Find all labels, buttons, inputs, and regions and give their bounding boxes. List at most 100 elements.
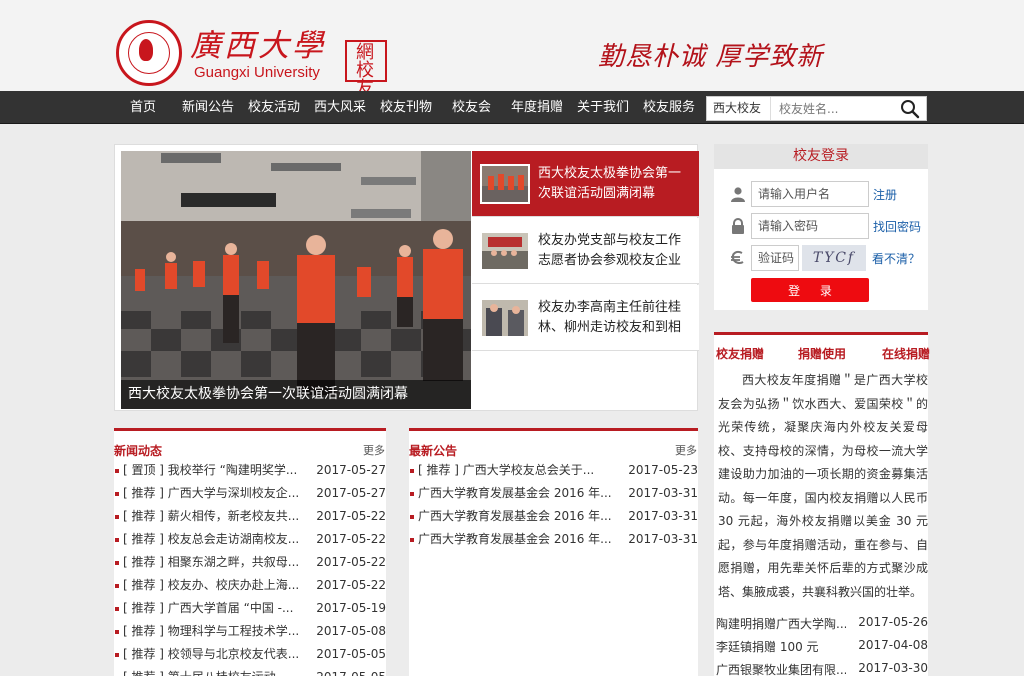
username-row: 注册 bbox=[714, 181, 928, 207]
list-item-title: [ 置顶 ] 我校举行 “陶建明奖学... bbox=[123, 463, 298, 477]
bullet-icon bbox=[410, 492, 414, 496]
university-motto: 勤恳朴诚 厚学致新 bbox=[598, 42, 824, 72]
list-item[interactable]: [ 推荐 ] 物理科学与工程技术学... 2017-05-08 bbox=[114, 620, 386, 643]
search-icon[interactable] bbox=[899, 99, 921, 119]
donation-row-title: 广西银聚牧业集团有限... bbox=[716, 663, 846, 676]
list-item-title: [ 推荐 ] 校友办、校庆办赴上海... bbox=[123, 578, 300, 592]
list-item[interactable]: [ 推荐 ] 校领导与北京校友代表... 2017-05-05 bbox=[114, 643, 386, 666]
list-item[interactable]: [ 推荐 ] 校友办、校庆办赴上海... 2017-05-22 bbox=[114, 574, 386, 597]
slider-item[interactable]: 西大校友太极拳协会第一次联谊活动圆满闭幕 bbox=[472, 151, 699, 217]
logo-english-name[interactable]: Guangxi University bbox=[194, 64, 320, 81]
news-more-link[interactable]: 更多 bbox=[363, 442, 385, 458]
donation-row-title: 陶建明捐赠广西大学陶... bbox=[716, 617, 846, 631]
list-item-date: 2017-05-23 bbox=[628, 463, 698, 477]
list-item-date: 2017-05-27 bbox=[316, 463, 386, 477]
seal-flame-icon bbox=[139, 39, 153, 61]
list-item-date: 2017-03-31 bbox=[628, 532, 698, 546]
notices-panel-title: 最新公告 bbox=[409, 444, 458, 458]
list-item[interactable]: [ 推荐 ] 相聚东湖之畔，共叙母... 2017-05-22 bbox=[114, 551, 386, 574]
donation-row[interactable]: 陶建明捐赠广西大学陶... 2017-05-26 bbox=[716, 615, 928, 637]
list-item-date: 2017-05-05 bbox=[316, 666, 386, 676]
donation-row-date: 2017-04-08 bbox=[858, 638, 928, 652]
login-button[interactable]: 登 录 bbox=[751, 278, 869, 302]
nav-item-news[interactable]: 新闻公告 bbox=[182, 91, 234, 124]
nav-item-about[interactable]: 关于我们 bbox=[577, 91, 629, 124]
list-item[interactable]: [ 推荐 ] 薪火相传，新老校友共... 2017-05-22 bbox=[114, 505, 386, 528]
list-item[interactable]: [ 推荐 ] 第十届八桂校友运动...2017-05-05 bbox=[114, 666, 386, 676]
list-item[interactable]: 广西大学教育发展基金会 2016 年... 2017-03-31 bbox=[409, 528, 698, 551]
list-item-title: [ 推荐 ] 相聚东湖之畔，共叙母... bbox=[123, 555, 300, 569]
list-item-date: 2017-03-31 bbox=[628, 509, 698, 523]
login-title: 校友登录 bbox=[714, 144, 928, 169]
list-item[interactable]: 广西大学教育发展基金会 2016 年... 2017-03-31 bbox=[409, 505, 698, 528]
captcha-image[interactable]: TYCf bbox=[802, 245, 866, 271]
list-item-title: [ 推荐 ] 第十届八桂校友运动... bbox=[123, 666, 315, 676]
list-item-title: [ 推荐 ] 广西大学首届 “中国 -... bbox=[123, 601, 294, 615]
list-item[interactable]: [ 置顶 ] 我校举行 “陶建明奖学... 2017-05-27 bbox=[114, 459, 386, 482]
nav-item-associations[interactable]: 校友会 bbox=[452, 91, 491, 124]
search-input[interactable] bbox=[771, 97, 895, 120]
nav-item-campus[interactable]: 西大风采 bbox=[314, 91, 366, 124]
list-item[interactable]: [ 推荐 ] 广西大学与深圳校友企... 2017-05-27 bbox=[114, 482, 386, 505]
slider-item[interactable]: 校友办李高南主任前往桂林、柳州走访校友和到相关学院 bbox=[472, 285, 699, 351]
tab-donation-usage[interactable]: 捐赠使用 bbox=[798, 345, 846, 362]
slider-thumbnail bbox=[480, 298, 530, 338]
donation-row[interactable]: 李廷镇捐赠 100 元 2017-04-08 bbox=[716, 638, 928, 660]
list-item-date: 2017-03-31 bbox=[628, 486, 698, 500]
forgot-password-link[interactable]: 找回密码 bbox=[873, 218, 921, 235]
password-row: 找回密码 bbox=[714, 213, 928, 239]
captcha-input[interactable] bbox=[751, 245, 799, 271]
list-item-title: [ 推荐 ] 校友总会走访湖南校友... bbox=[123, 532, 300, 546]
list-item-title: [ 推荐 ] 广西大学与深圳校友企... bbox=[123, 486, 300, 500]
site-header: 廣西大學 Guangxi University 網校友 勤恳朴诚 厚学致新 bbox=[0, 0, 1024, 98]
slider-item-title: 校友办党支部与校友工作志愿者协会参观校友企业 bbox=[538, 233, 682, 268]
list-item[interactable]: [ 推荐 ] 广西大学校友总会关于... 2017-05-23 bbox=[409, 459, 698, 482]
bullet-icon bbox=[115, 538, 119, 542]
list-item-title: [ 推荐 ] 校领导与北京校友代表... bbox=[123, 647, 300, 661]
slider-item-title: 校友办李高南主任前往桂林、柳州走访校友和到相关学院 bbox=[538, 300, 682, 335]
nav-item-home[interactable]: 首页 bbox=[130, 91, 156, 124]
bullet-icon bbox=[115, 653, 119, 657]
slider-item[interactable]: 校友办党支部与校友工作志愿者协会参观校友企业 bbox=[472, 218, 699, 284]
donation-description: 西大校友年度捐赠＂是广西大学校友会为弘扬＂饮水西大、爱国荣校＂的光荣传统，凝聚庆… bbox=[718, 373, 928, 599]
nav-item-annual-donation[interactable]: 年度捐赠 bbox=[511, 91, 563, 124]
tab-alumni-donation[interactable]: 校友捐赠 bbox=[716, 345, 764, 362]
nav-item-publications[interactable]: 校友刊物 bbox=[380, 91, 432, 124]
logo-chinese-name[interactable]: 廣西大學 bbox=[190, 20, 326, 65]
captcha-icon bbox=[730, 250, 746, 266]
featured-photo[interactable]: 西大校友太极拳协会第一次联谊活动圆满闭幕 bbox=[121, 151, 471, 409]
featured-photo-caption[interactable]: 西大校友太极拳协会第一次联谊活动圆满闭幕 bbox=[121, 380, 471, 409]
donation-row-date: 2017-03-30 bbox=[858, 661, 928, 675]
username-input[interactable] bbox=[751, 181, 869, 207]
register-link[interactable]: 注册 bbox=[873, 186, 897, 203]
notices-more-link[interactable]: 更多 bbox=[675, 442, 697, 458]
bullet-icon bbox=[115, 607, 119, 611]
bullet-icon bbox=[410, 515, 414, 519]
list-item[interactable]: [ 推荐 ] 校友总会走访湖南校友... 2017-05-22 bbox=[114, 528, 386, 551]
search-scope-select[interactable]: 西大校友 bbox=[707, 97, 771, 120]
slider-item-title: 西大校友太极拳协会第一次联谊活动圆满闭幕 bbox=[538, 166, 682, 201]
captcha-row: TYCf 看不清？ bbox=[714, 245, 928, 271]
donation-row[interactable]: 广西银聚牧业集团有限... 2017-03-30 bbox=[716, 661, 928, 676]
nav-item-services[interactable]: 校友服务 bbox=[643, 91, 695, 124]
list-item-date: 2017-05-19 bbox=[316, 601, 386, 615]
featured-slider: 西大校友太极拳协会第一次联谊活动圆满闭幕 西大校友太极拳协会第一次联谊活动圆满闭… bbox=[114, 144, 699, 411]
news-panel: 新闻动态 更多 [ 置顶 ] 我校举行 “陶建明奖学... 2017-05-27[… bbox=[114, 428, 386, 676]
password-input[interactable] bbox=[751, 213, 869, 239]
list-item[interactable]: 广西大学教育发展基金会 2016 年... 2017-03-31 bbox=[409, 482, 698, 505]
bullet-icon bbox=[410, 469, 414, 473]
nav-item-activities[interactable]: 校友活动 bbox=[248, 91, 300, 124]
bullet-icon bbox=[115, 492, 119, 496]
slider-thumbnail bbox=[480, 164, 530, 204]
list-item-date: 2017-05-22 bbox=[316, 532, 386, 546]
bullet-icon bbox=[115, 469, 119, 473]
list-item[interactable]: [ 推荐 ] 广西大学首届 “中国 -... 2017-05-19 bbox=[114, 597, 386, 620]
list-item-title: [ 推荐 ] 薪火相传，新老校友共... bbox=[123, 509, 300, 523]
list-item-date: 2017-05-22 bbox=[316, 555, 386, 569]
tab-online-donation[interactable]: 在线捐赠 bbox=[882, 345, 930, 362]
alumni-login-panel: 校友登录 注册 找回密码 TYCf 看不清？ 登 录 bbox=[714, 144, 928, 310]
bullet-icon bbox=[410, 538, 414, 542]
list-item-title: 广西大学教育发展基金会 2016 年... bbox=[418, 509, 612, 523]
university-seal-logo[interactable] bbox=[116, 20, 182, 86]
refresh-captcha-link[interactable]: 看不清？ bbox=[872, 250, 920, 267]
